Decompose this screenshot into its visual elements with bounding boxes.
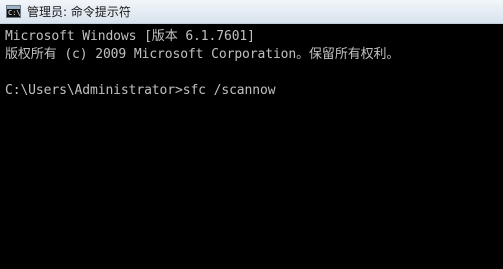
command-prompt-window: C:\ 管理员: 命令提示符 Microsoft Windows [版本 6.1…: [0, 0, 503, 269]
window-title: 管理员: 命令提示符: [27, 5, 131, 19]
console-line-command: C:\Users\Administrator>sfc /scannow: [5, 83, 276, 98]
console-line-copyright: 版权所有 (c) 2009 Microsoft Corporation。保留所有…: [5, 47, 400, 62]
icon-prompt-glyph: C:\: [8, 9, 21, 17]
console-line-version: Microsoft Windows [版本 6.1.7601]: [5, 29, 255, 44]
cmd-console-icon[interactable]: C:\: [6, 5, 21, 18]
console-output-area[interactable]: Microsoft Windows [版本 6.1.7601] 版权所有 (c)…: [0, 24, 503, 269]
title-bar[interactable]: C:\ 管理员: 命令提示符: [0, 0, 503, 24]
